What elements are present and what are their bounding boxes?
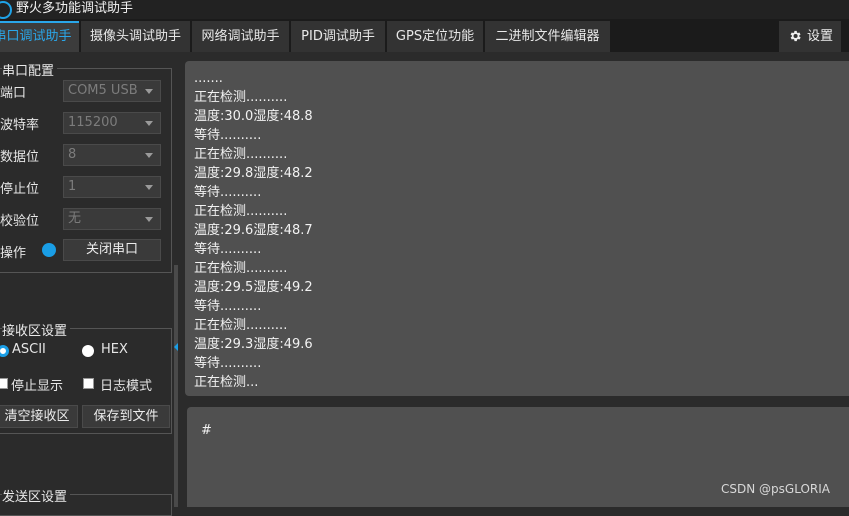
left-panel-scrollbar[interactable] — [174, 265, 178, 507]
log-line: 等待.......... — [194, 128, 262, 143]
log-line: 温度:29.5湿度:49.2 — [194, 280, 313, 295]
tab-bar: 串口调试助手 摄像头调试助手 网络调试助手 PID调试助手 GPS定位功能 二进… — [0, 19, 849, 52]
log-line: 正在检测.......... — [194, 147, 288, 162]
baud-value: 115200 — [68, 115, 118, 130]
splitter-arrow-icon[interactable] — [174, 343, 178, 351]
settings-button[interactable]: 设置 — [779, 21, 841, 52]
chevron-down-icon — [145, 217, 153, 222]
log-line: 温度:29.6湿度:48.7 — [194, 223, 313, 238]
log-line: 等待.......... — [194, 299, 262, 314]
gear-icon — [790, 30, 801, 42]
databits-label: 数据位 — [0, 150, 40, 165]
log-line: 正在检测.......... — [194, 204, 288, 219]
close-port-button[interactable]: 关闭串口 — [63, 239, 161, 261]
parity-select[interactable]: 无 — [63, 208, 161, 230]
stop-display-label: 停止显示 — [11, 379, 64, 394]
log-line: 等待.......... — [194, 356, 262, 371]
port-status-led — [42, 243, 56, 257]
operation-label: 操作 — [0, 246, 27, 261]
log-line: 温度:30.0湿度:48.8 — [194, 109, 313, 124]
settings-label: 设置 — [807, 29, 834, 44]
port-label: 端口 — [0, 86, 27, 101]
log-line: 正在检测.......... — [194, 318, 288, 333]
stopbits-select[interactable]: 1 — [63, 176, 161, 198]
log-line: ....... — [194, 71, 223, 86]
app-logo-icon — [0, 1, 12, 19]
log-line: 温度:29.8湿度:48.2 — [194, 166, 313, 181]
log-line: 正在检测.......... — [194, 90, 288, 105]
port-select[interactable]: COM5 USB — [63, 80, 161, 102]
log-line: 正在检测... — [194, 375, 259, 390]
chevron-down-icon — [145, 153, 153, 158]
log-mode-label: 日志模式 — [100, 379, 153, 394]
ascii-label: ASCII — [12, 342, 46, 357]
clear-recv-button[interactable]: 清空接收区 — [0, 405, 78, 428]
tab-binary-editor[interactable]: 二进制文件编辑器 — [485, 21, 610, 52]
databits-value: 8 — [68, 147, 77, 162]
log-line: 正在检测.......... — [194, 261, 288, 276]
tab-network-debug[interactable]: 网络调试助手 — [192, 21, 289, 52]
port-value: COM5 USB — [68, 83, 138, 98]
stopbits-label: 停止位 — [0, 182, 40, 197]
receive-log: ....... 正在检测.......... 温度:30.0湿度:48.8 等待...… — [194, 69, 313, 392]
window-title: 野火多功能调试助手 — [16, 1, 134, 16]
title-bar: 野火多功能调试助手 — [0, 0, 849, 19]
baud-select[interactable]: 115200 — [63, 112, 161, 134]
watermark: CSDN @psGLORIA — [721, 482, 830, 496]
chevron-down-icon — [145, 185, 153, 190]
stop-display-checkbox[interactable] — [0, 378, 8, 389]
parity-value: 无 — [68, 211, 82, 226]
baud-label: 波特率 — [0, 118, 40, 133]
save-to-file-button[interactable]: 保存到文件 — [82, 405, 170, 428]
send-settings-title: 发送区设置 — [2, 486, 71, 505]
recv-settings-title: 接收区设置 — [2, 320, 71, 339]
tab-serial-debug[interactable]: 串口调试助手 — [0, 21, 79, 52]
chevron-down-icon — [145, 121, 153, 126]
serial-config-title: 串口配置 — [2, 60, 58, 79]
tab-pid-debug[interactable]: PID调试助手 — [291, 21, 385, 52]
hex-radio[interactable] — [82, 345, 94, 357]
hex-label: HEX — [101, 342, 128, 357]
log-line: 温度:29.3湿度:49.6 — [194, 337, 313, 352]
stopbits-value: 1 — [68, 179, 77, 194]
log-line: 等待.......... — [194, 185, 262, 200]
tab-gps[interactable]: GPS定位功能 — [387, 21, 483, 52]
chevron-down-icon — [145, 89, 153, 94]
parity-label: 校验位 — [0, 214, 40, 229]
databits-select[interactable]: 8 — [63, 144, 161, 166]
receive-text-area[interactable]: ....... 正在检测.......... 温度:30.0湿度:48.8 等待...… — [185, 61, 849, 396]
send-content: # — [201, 423, 212, 438]
log-line: 等待.......... — [194, 242, 262, 257]
tab-camera-debug[interactable]: 摄像头调试助手 — [81, 21, 190, 52]
log-mode-checkbox[interactable] — [83, 378, 94, 389]
